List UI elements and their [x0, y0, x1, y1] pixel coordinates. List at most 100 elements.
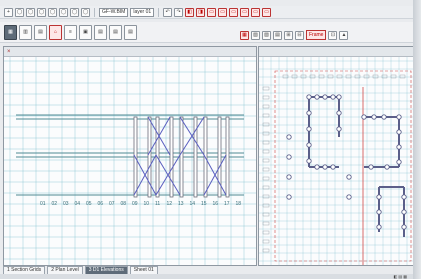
column-node	[401, 194, 407, 200]
column-node	[361, 114, 367, 120]
column-node	[384, 164, 390, 170]
zoom-in-button[interactable]: ⊞	[284, 30, 293, 40]
grid-tag	[262, 86, 270, 91]
view-button-1[interactable]: ▦	[240, 30, 249, 40]
column-node	[396, 144, 402, 150]
file-dropdown[interactable]: GF-W.BIM	[99, 7, 129, 17]
frame-button[interactable]: Frame	[306, 30, 327, 40]
column-node	[330, 164, 336, 170]
triangle-icon[interactable]: ▲	[339, 30, 349, 40]
bay-label: 13	[178, 201, 184, 207]
grid-tag	[363, 74, 370, 79]
toolbar-button-5[interactable]: ◯	[48, 7, 57, 17]
grid-tag	[262, 212, 270, 217]
grid-tag	[291, 74, 298, 79]
grid-tag	[345, 74, 352, 79]
toolbar-red-button-4[interactable]: ▭	[218, 7, 228, 17]
bay-label: 03	[63, 201, 69, 207]
grid-tag	[336, 74, 343, 79]
column-node	[381, 114, 387, 120]
column-node	[286, 174, 292, 180]
plan-canvas[interactable]	[259, 57, 414, 265]
plan-view-header	[259, 47, 414, 57]
tool-detail[interactable]: ▤	[124, 24, 137, 40]
toolbar-red-button-5[interactable]: ▭	[229, 7, 239, 17]
redo-button[interactable]: ↷	[174, 7, 184, 17]
grid-tag	[327, 74, 334, 79]
column-node	[368, 164, 374, 170]
grid-tag	[262, 140, 270, 145]
toolbar-button-1[interactable]: +	[4, 7, 13, 17]
grid-tag	[282, 74, 289, 79]
column-node	[376, 224, 382, 230]
toolbar-red-button-7[interactable]: ▭	[251, 7, 261, 17]
layer-dropdown[interactable]: layer 01	[130, 7, 155, 17]
grid-tag	[262, 203, 270, 208]
close-icon[interactable]: ×	[7, 49, 11, 55]
column-node	[336, 110, 342, 116]
toolbar-red-button-2[interactable]: ◨	[196, 7, 206, 17]
column-node	[401, 224, 407, 230]
grid-tag	[318, 74, 325, 79]
grid-tag	[309, 74, 316, 79]
zoom-out-button[interactable]: ⊟	[295, 30, 304, 40]
grid-tag	[262, 113, 270, 118]
main-toolbar: + ◯ ◯ ◯ ◯ ◯ ◯ ◯ GF-W.BIM layer 01 ↶ ↷ ◧ …	[0, 6, 417, 19]
fit-icon[interactable]: ⊡	[328, 30, 338, 40]
grid-tag	[262, 248, 270, 253]
toolbar-red-button-6[interactable]: ▭	[240, 7, 250, 17]
undo-button[interactable]: ↶	[163, 7, 173, 17]
toolbar-button-6[interactable]: ◯	[59, 7, 68, 17]
bay-label: 16	[213, 201, 219, 207]
bay-label: 01	[40, 201, 46, 207]
view-button-2[interactable]: ▧	[251, 30, 260, 40]
tool-object[interactable]: ▣	[79, 24, 92, 40]
grid-tag	[300, 74, 307, 79]
bay-label: 17	[224, 201, 230, 207]
column-node	[376, 209, 382, 215]
column-node	[322, 164, 328, 170]
elevation-canvas[interactable]: 01 02 03 04 05 06 07 08 09 10 11 12 13 14 15 16 17 18	[4, 57, 256, 265]
column-node	[376, 194, 382, 200]
app-window: + ◯ ◯ ◯ ◯ ◯ ◯ ◯ GF-W.BIM layer 01 ↶ ↷ ◧ …	[0, 0, 417, 279]
toolbar-button-8[interactable]: ◯	[81, 7, 90, 17]
toolbar-button-4[interactable]: ◯	[37, 7, 46, 17]
column-node	[346, 174, 352, 180]
toolbar-red-button-1[interactable]: ◧	[185, 7, 195, 17]
toolbar-red-button-8[interactable]: ▭	[262, 7, 272, 17]
tool-select[interactable]: ▦	[4, 24, 17, 40]
bay-label: 05	[86, 201, 92, 207]
tool-wall[interactable]: ▥	[19, 24, 32, 40]
column-node	[336, 126, 342, 132]
tool-slab[interactable]: ▤	[34, 24, 47, 40]
toolbar-separator	[158, 7, 160, 17]
column-node	[306, 110, 312, 116]
toolbar-red-button-3[interactable]: ▭	[207, 7, 217, 17]
grid-tag	[262, 122, 270, 127]
grid-tag	[262, 239, 270, 244]
tool-elevation[interactable]: ▤	[109, 24, 122, 40]
column-node	[396, 129, 402, 135]
status-bar: ◧ ▤ ▦	[0, 274, 417, 279]
bay-label: 11	[155, 201, 160, 207]
tool-section[interactable]: ▤	[94, 24, 107, 40]
toolbar-button-7[interactable]: ◯	[70, 7, 79, 17]
bay-label: 04	[75, 201, 81, 207]
toolbar-button-3[interactable]: ◯	[26, 7, 35, 17]
view-toolbar: ▦ ▧ ▨ ▤ ⊞ ⊟ Frame ⊡ ▲	[240, 30, 349, 40]
grid-tag	[262, 230, 270, 235]
tool-roof[interactable]: ⌂	[49, 24, 62, 40]
plan-view[interactable]	[258, 46, 415, 266]
view-button-3[interactable]: ▨	[262, 30, 271, 40]
toolbar-button-2[interactable]: ◯	[15, 7, 24, 17]
bay-label: 08	[121, 201, 127, 207]
elevation-view[interactable]: × 01 02 03 04 05 06 07 08 09 10 11 12 13 14 15 16 17 18	[3, 46, 257, 266]
frame-column	[179, 116, 184, 198]
tool-palette: ▦ ▥ ▤ ⌂ ≡ ▣ ▤ ▤ ▤	[0, 22, 417, 43]
tool-stair[interactable]: ≡	[64, 24, 77, 40]
column-node	[322, 94, 328, 100]
view-button-4[interactable]: ▤	[273, 30, 282, 40]
column-node	[286, 194, 292, 200]
grid-tag	[262, 167, 270, 172]
column-node	[314, 94, 320, 100]
